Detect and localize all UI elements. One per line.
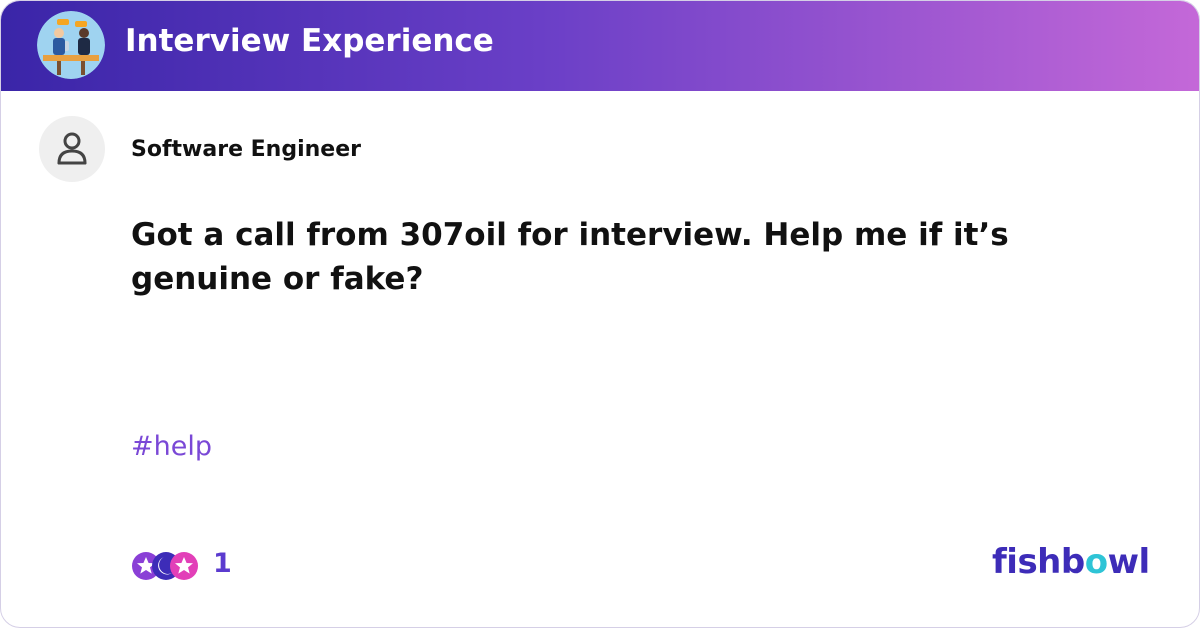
hashtag-link[interactable]: #help	[131, 431, 212, 462]
brand-text-o: o	[1084, 542, 1108, 582]
fishbowl-logo[interactable]: fishbowl	[992, 542, 1150, 582]
user-avatar-icon[interactable]	[39, 116, 105, 182]
post-text: Got a call from 307oil for interview. He…	[131, 217, 1009, 297]
post-card: Interview Experience Software Engineer G…	[0, 0, 1200, 628]
interview-illustration-icon	[37, 11, 105, 79]
brand-text-suffix: wl	[1107, 542, 1151, 582]
reaction-count[interactable]: 1	[213, 548, 232, 579]
bowl-header: Interview Experience	[1, 1, 1199, 91]
bowl-title[interactable]: Interview Experience	[125, 23, 494, 59]
reactions-icons[interactable]	[130, 549, 200, 583]
brand-text-prefix: fishb	[992, 542, 1085, 582]
author-designation[interactable]: Software Engineer	[131, 137, 361, 162]
